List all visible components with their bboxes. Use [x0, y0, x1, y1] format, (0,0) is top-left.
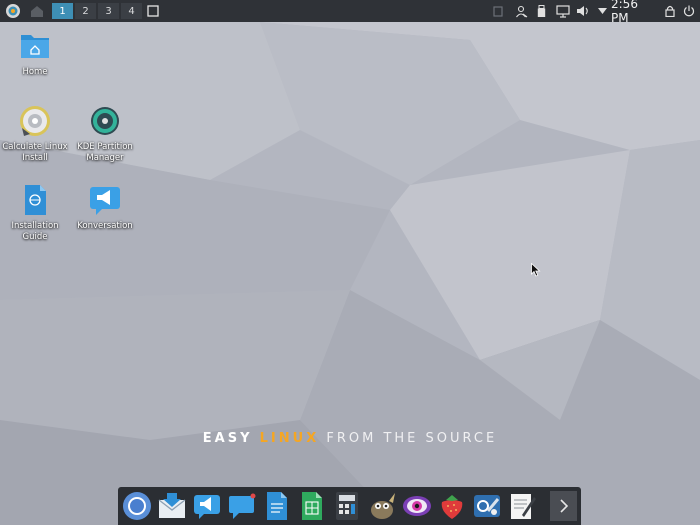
- desktop-icon-installation-guide[interactable]: Installation Guide: [0, 183, 70, 243]
- desktop-1-button[interactable]: 1: [52, 3, 73, 19]
- dock-scroll-right-button[interactable]: [550, 491, 577, 521]
- volume-button[interactable]: [575, 0, 591, 22]
- window-icon: [147, 5, 159, 17]
- tagline-linux: LINUX: [259, 431, 320, 446]
- calculate-linux-logo-icon: [6, 4, 20, 18]
- desktop-3-button[interactable]: 3: [98, 3, 119, 19]
- mail-icon[interactable]: [157, 491, 187, 521]
- speaker-icon: [577, 6, 588, 16]
- network-icon: [556, 4, 570, 18]
- user-network-icon: [515, 5, 527, 17]
- desktop-icon-label: Calculate Linux Install: [2, 142, 68, 163]
- home-icon: [31, 5, 43, 17]
- desktop-icon-label: Home: [22, 67, 48, 77]
- desktop-icon-label: KDE Partition Manager: [77, 142, 133, 163]
- dock: [118, 487, 581, 525]
- lock-icon: [665, 5, 675, 17]
- chevron-down-icon: [597, 8, 607, 14]
- gimp-icon[interactable]: [367, 491, 397, 521]
- desktop-icon-label: Installation Guide: [11, 221, 59, 242]
- partition-manager-icon: [91, 107, 119, 135]
- settings-icon[interactable]: [472, 491, 502, 521]
- strawberry-icon[interactable]: [437, 491, 467, 521]
- power-icon: [683, 5, 695, 17]
- document-icon[interactable]: [262, 491, 292, 521]
- application-launcher[interactable]: [4, 0, 22, 22]
- home-folder-icon: [21, 35, 49, 58]
- clipboard-icon: [493, 6, 503, 17]
- mouse-cursor-icon: [531, 263, 541, 277]
- konversation-icon[interactable]: [192, 491, 222, 521]
- desktop-icon-konversation[interactable]: Konversation: [70, 183, 140, 232]
- chevron-right-icon: [559, 499, 568, 513]
- html-document-icon: [25, 185, 46, 215]
- eye-icon[interactable]: [402, 491, 432, 521]
- desktop-icon-label: Konversation: [77, 221, 133, 231]
- network-button[interactable]: [555, 0, 571, 22]
- konversation-icon: [90, 187, 120, 215]
- desktop-icon-home[interactable]: Home: [0, 29, 70, 78]
- power-button[interactable]: [682, 0, 696, 22]
- chat-icon[interactable]: [227, 491, 257, 521]
- calculator-icon[interactable]: [332, 491, 362, 521]
- desktop-4-button[interactable]: 4: [121, 3, 142, 19]
- desktop-2-button[interactable]: 2: [75, 3, 96, 19]
- tagline-easy: EASY: [202, 431, 253, 446]
- user-switcher-button[interactable]: [514, 0, 528, 22]
- lock-screen-button[interactable]: [664, 0, 676, 22]
- clock[interactable]: 2:56 PM: [611, 0, 659, 25]
- wallpaper-tagline: EASY LINUX FROM THE SOURCE: [0, 431, 700, 446]
- removable-device-button[interactable]: [535, 0, 547, 22]
- wallpaper: [0, 0, 700, 525]
- disc-installer-icon: [20, 106, 50, 136]
- desktop-icon-calculate-linux-install[interactable]: Calculate Linux Install: [0, 104, 70, 164]
- top-panel: 1 2 3 4 2:56 PM: [0, 0, 700, 25]
- text-editor-icon[interactable]: [507, 491, 537, 521]
- tray-expand-button[interactable]: [596, 0, 608, 22]
- show-desktop-button[interactable]: [28, 0, 46, 22]
- tagline-from-the-source: FROM THE SOURCE: [326, 431, 498, 446]
- usb-drive-icon: [537, 4, 545, 17]
- spreadsheet-icon[interactable]: [297, 491, 327, 521]
- window-list-button[interactable]: [145, 0, 161, 22]
- clipboard-tray-button[interactable]: [491, 0, 505, 22]
- chromium-icon[interactable]: [122, 491, 152, 521]
- desktop-icon-kde-partition-manager[interactable]: KDE Partition Manager: [70, 104, 140, 164]
